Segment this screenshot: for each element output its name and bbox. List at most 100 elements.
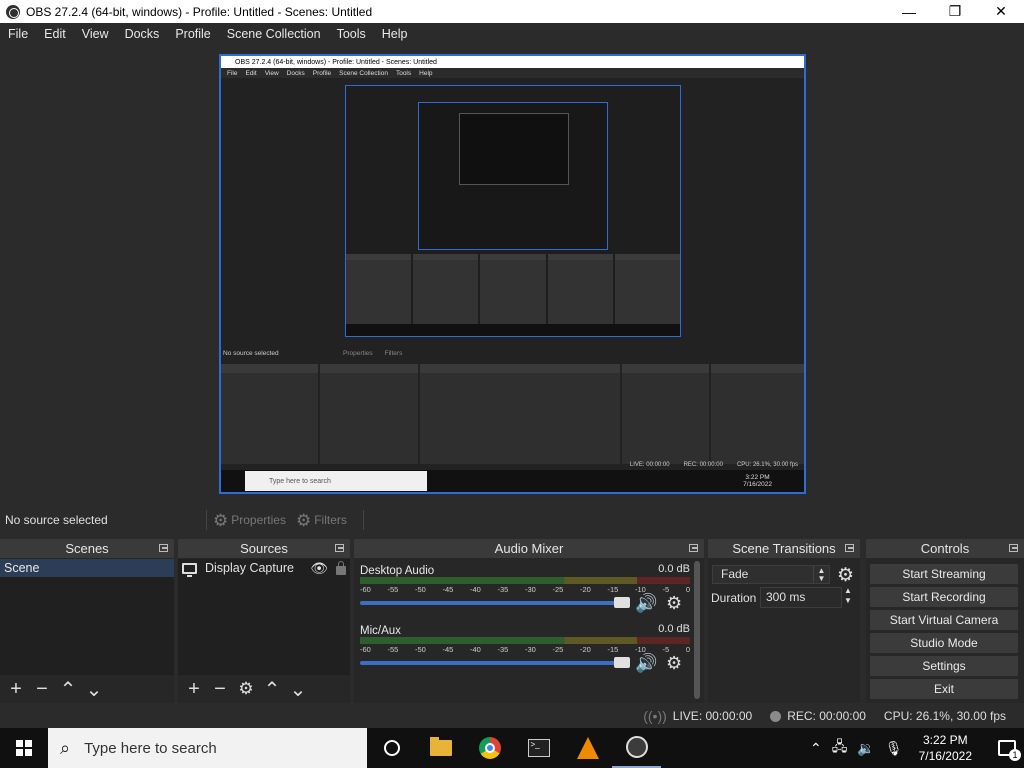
scenes-dock: Scenes Scene + − ⌃ ⌄ — [0, 539, 174, 703]
tick-label: -55 — [387, 645, 399, 654]
move-down-button[interactable]: ⌄ — [288, 677, 308, 702]
clock-time: 3:22 PM — [922, 733, 968, 747]
vlc-button[interactable] — [563, 728, 612, 768]
tick-label: 0 — [685, 645, 690, 654]
undock-icon[interactable] — [845, 544, 854, 552]
file-explorer-button[interactable] — [416, 728, 465, 768]
volume-slider[interactable] — [360, 657, 630, 668]
mixer-scrollbar[interactable] — [694, 561, 700, 699]
microphone-icon[interactable]: 🎙 — [885, 740, 903, 757]
menu-edit[interactable]: Edit — [36, 27, 74, 41]
properties-label: Properties — [231, 513, 286, 527]
undock-icon[interactable] — [335, 544, 344, 552]
network-icon[interactable]: 🖧 — [832, 736, 848, 760]
scenes-title: Scenes — [65, 541, 109, 556]
duration-spinner-icon[interactable]: ▲ ▼ — [844, 586, 852, 606]
preview-menu-item: View — [264, 69, 279, 77]
scenes-list[interactable]: Scene — [0, 559, 174, 675]
add-source-button[interactable]: + — [184, 678, 204, 701]
preview-time: 3:22 PM — [745, 474, 770, 481]
transition-select[interactable]: Fade ▲ ▼ — [712, 565, 830, 584]
folder-icon — [429, 737, 452, 756]
lock-icon[interactable] — [336, 560, 346, 575]
speaker-icon[interactable]: 🔊 — [635, 593, 657, 614]
nested-preview — [345, 85, 681, 337]
start-button[interactable] — [0, 728, 48, 768]
settings-button[interactable]: Settings — [870, 656, 1018, 676]
menu-tools[interactable]: Tools — [329, 27, 374, 41]
live-time: LIVE: 00:00:00 — [672, 709, 753, 723]
preview-canvas[interactable]: OBS 27.2.4 (64-bit, windows) - Profile: … — [219, 54, 806, 494]
sources-list[interactable]: Display Capture 👁 — [178, 559, 350, 675]
speaker-icon[interactable]: 🔊 — [635, 653, 657, 674]
scenes-toolbar: + − ⌃ ⌄ — [0, 675, 174, 703]
preview-menu-item: Scene Collection — [339, 69, 388, 77]
slider-handle[interactable] — [614, 657, 630, 668]
taskbar-search-box[interactable]: ⌕ Type here to search — [48, 728, 367, 768]
taskbar-clock[interactable]: 3:22 PM 7/16/2022 — [919, 732, 972, 764]
record-dot-icon — [770, 710, 782, 722]
visibility-eye-icon[interactable]: 👁 — [310, 560, 328, 577]
start-virtual-camera-button[interactable]: Start Virtual Camera — [870, 610, 1018, 630]
gear-icon[interactable]: ⚙ — [666, 593, 682, 614]
chevron-up-icon[interactable]: ⌃ — [810, 740, 822, 757]
transition-settings-gear-icon[interactable]: ⚙ — [837, 564, 854, 587]
window-title: OBS 27.2.4 (64-bit, windows) - Profile: … — [26, 4, 373, 19]
add-scene-button[interactable]: + — [6, 678, 26, 701]
slider-handle[interactable] — [614, 597, 630, 608]
chrome-button[interactable] — [465, 728, 514, 768]
undock-icon[interactable] — [159, 544, 168, 552]
channel-db: 0.0 dB — [658, 623, 690, 635]
vlc-cone-icon — [576, 737, 599, 759]
preview-status-bar: LIVE: 00:00:00 REC: 00:00:00 CPU: 26.1%,… — [221, 460, 804, 470]
scene-transitions-header: Scene Transitions — [708, 539, 860, 558]
exit-button[interactable]: Exit — [870, 679, 1018, 699]
menu-scene-collection[interactable]: Scene Collection — [219, 27, 329, 41]
menu-docks[interactable]: Docks — [117, 27, 168, 41]
minimize-button[interactable]: — — [886, 0, 932, 23]
search-icon: ⌕ — [60, 737, 71, 758]
start-recording-button[interactable]: Start Recording — [870, 587, 1018, 607]
terminal-icon: >_ — [527, 739, 550, 757]
terminal-button[interactable]: >_ — [514, 728, 563, 768]
volume-slider[interactable] — [360, 597, 630, 608]
tick-label: -25 — [552, 645, 564, 654]
volume-icon[interactable]: 🔉 — [857, 740, 874, 757]
menu-view[interactable]: View — [74, 27, 117, 41]
preview-menu-item: Tools — [395, 69, 412, 77]
menu-help[interactable]: Help — [374, 27, 416, 41]
maximize-button[interactable]: ❐ — [932, 0, 978, 23]
tick-label: -20 — [580, 645, 591, 654]
undock-icon[interactable] — [689, 544, 698, 552]
properties-button[interactable]: ⚙ Properties — [213, 512, 286, 529]
windows-logo-icon — [16, 740, 32, 756]
remove-scene-button[interactable]: − — [32, 678, 52, 701]
controls-header: Controls — [866, 539, 1024, 558]
studio-mode-button[interactable]: Studio Mode — [870, 633, 1018, 653]
tick-label: -50 — [415, 645, 426, 654]
menu-profile[interactable]: Profile — [167, 27, 218, 41]
start-streaming-button[interactable]: Start Streaming — [870, 564, 1018, 584]
source-item[interactable]: Display Capture 👁 — [178, 559, 350, 577]
menu-file[interactable]: File — [0, 27, 36, 41]
cortana-button[interactable] — [367, 728, 416, 768]
mixer-channel-mic: Mic/Aux 0.0 dB -60 -55 -50 -45 -40 -35 -… — [360, 623, 690, 679]
tick-label: -50 — [415, 585, 426, 594]
duration-field[interactable]: 300 ms — [760, 587, 842, 608]
sources-title: Sources — [240, 541, 288, 556]
source-properties-gear-icon[interactable]: ⚙ — [236, 679, 256, 699]
filters-button[interactable]: ⚙ Filters — [296, 512, 347, 529]
gear-icon[interactable]: ⚙ — [666, 653, 682, 674]
scene-item[interactable]: Scene — [0, 559, 174, 577]
nested-preview-innermost — [459, 113, 569, 185]
notification-center-icon[interactable] — [998, 740, 1021, 761]
close-button[interactable]: ✕ — [978, 0, 1024, 23]
remove-source-button[interactable]: − — [210, 678, 230, 701]
rec-status: REC: 00:00:00 — [770, 709, 866, 723]
preview-date: 7/16/2022 — [743, 481, 772, 488]
move-up-button[interactable]: ⌃ — [58, 677, 78, 702]
move-up-button[interactable]: ⌃ — [262, 677, 282, 702]
move-down-button[interactable]: ⌄ — [84, 677, 104, 702]
obs-taskbar-button[interactable] — [612, 728, 661, 768]
undock-icon[interactable] — [1009, 544, 1018, 552]
